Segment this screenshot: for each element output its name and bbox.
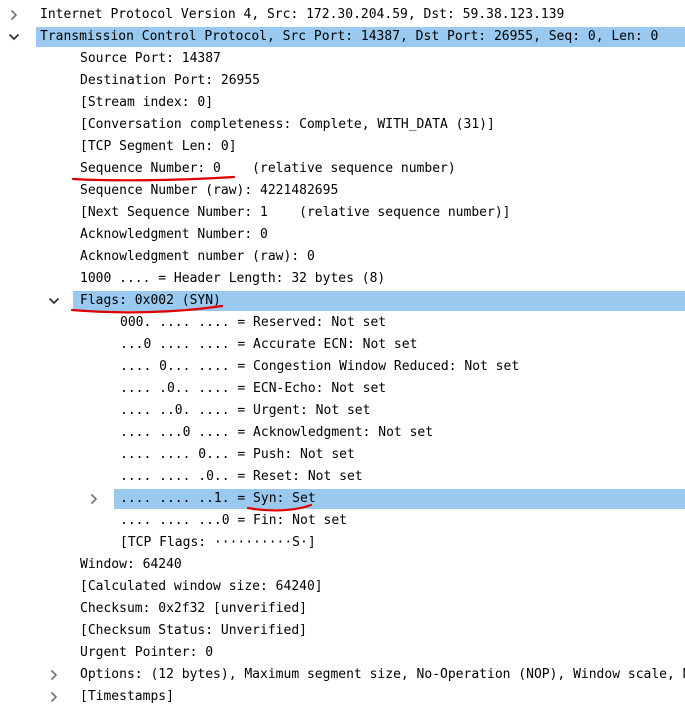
tree-row-label: [Calculated window size: 64240] [80, 579, 323, 594]
tree-row-label: .... .... .0.. = Reset: Not set [120, 469, 363, 484]
tree-row-label: [TCP Flags: ··········S·] [120, 535, 316, 550]
tree-row-label: ...0 .... .... = Accurate ECN: Not set [120, 337, 418, 352]
chevron-down-icon[interactable] [48, 295, 60, 307]
chevron-right-icon[interactable] [48, 691, 60, 703]
tree-row-label: .... .... ...0 = Fin: Not set [120, 513, 347, 528]
tree-row[interactable]: Urgent Pointer: 0 [0, 642, 685, 664]
tree-row[interactable]: [TCP Flags: ··········S·] [0, 532, 685, 554]
tree-row[interactable]: .... .... .0.. = Reset: Not set [0, 466, 685, 488]
tree-row[interactable]: [Stream index: 0] [0, 92, 685, 114]
tree-row-label: 1000 .... = Header Length: 32 bytes (8) [80, 271, 386, 286]
chevron-down-icon[interactable] [8, 31, 20, 43]
tree-row-label: Destination Port: 26955 [80, 73, 261, 88]
tree-row[interactable]: Acknowledgment Number: 0 [0, 224, 685, 246]
tree-row[interactable]: Sequence Number: 0 (relative sequence nu… [0, 158, 685, 180]
tree-row-label: Flags: 0x002 (SYN) [80, 293, 221, 308]
tree-row[interactable]: Source Port: 14387 [0, 48, 685, 70]
chevron-right-icon[interactable] [8, 9, 20, 21]
tree-row-label: 000. .... .... = Reserved: Not set [120, 315, 387, 330]
tree-row[interactable]: .... .... ...0 = Fin: Not set [0, 510, 685, 532]
tree-row[interactable]: 000. .... .... = Reserved: Not set [0, 312, 685, 334]
tree-row[interactable]: [Next Sequence Number: 1 (relative seque… [0, 202, 685, 224]
tree-row[interactable]: Options: (12 bytes), Maximum segment siz… [0, 664, 685, 686]
tree-row-label: [Stream index: 0] [80, 95, 214, 110]
tree-row-label: [Next Sequence Number: 1 (relative seque… [80, 205, 511, 220]
tree-row-label: Internet Protocol Version 4, Src: 172.30… [40, 7, 565, 22]
tree-row[interactable]: Internet Protocol Version 4, Src: 172.30… [0, 4, 685, 26]
tree-row[interactable]: [Checksum Status: Unverified] [0, 620, 685, 642]
tree-row[interactable]: .... 0... .... = Congestion Window Reduc… [0, 356, 685, 378]
tree-row-label: [Checksum Status: Unverified] [80, 623, 307, 638]
tree-row-label: Options: (12 bytes), Maximum segment siz… [80, 667, 685, 682]
tree-row[interactable]: .... ...0 .... = Acknowledgment: Not set [0, 422, 685, 444]
tree-row-label: Acknowledgment number (raw): 0 [80, 249, 315, 264]
tree-row-label: [TCP Segment Len: 0] [80, 139, 237, 154]
tree-row[interactable]: Acknowledgment number (raw): 0 [0, 246, 685, 268]
tree-row[interactable]: Destination Port: 26955 [0, 70, 685, 92]
tree-row-label: Acknowledgment Number: 0 [80, 227, 268, 242]
tree-row-label: Checksum: 0x2f32 [unverified] [80, 601, 307, 616]
tree-row[interactable]: [TCP Segment Len: 0] [0, 136, 685, 158]
tree-row[interactable]: ...0 .... .... = Accurate ECN: Not set [0, 334, 685, 356]
tree-row[interactable]: Checksum: 0x2f32 [unverified] [0, 598, 685, 620]
tree-row-label: Urgent Pointer: 0 [80, 645, 214, 660]
tree-row-label: Sequence Number: 0 (relative sequence nu… [80, 161, 456, 176]
tree-row[interactable]: 1000 .... = Header Length: 32 bytes (8) [0, 268, 685, 290]
tree-row-label: .... .0.. .... = ECN-Echo: Not set [120, 381, 387, 396]
tree-row-label: Sequence Number (raw): 4221482695 [80, 183, 339, 198]
tree-row[interactable]: [Timestamps] [0, 686, 685, 708]
tree-row-label: Transmission Control Protocol, Src Port:… [40, 29, 659, 44]
tree-row-label: .... 0... .... = Congestion Window Reduc… [120, 359, 520, 374]
tree-row-label: [Conversation completeness: Complete, WI… [80, 117, 495, 132]
tree-row-label: Window: 64240 [80, 557, 182, 572]
packet-details-tree: Internet Protocol Version 4, Src: 172.30… [0, 4, 685, 708]
chevron-right-icon[interactable] [88, 493, 100, 505]
tree-row[interactable]: .... .... 0... = Push: Not set [0, 444, 685, 466]
tree-row[interactable]: Window: 64240 [0, 554, 685, 576]
tree-row[interactable]: Transmission Control Protocol, Src Port:… [0, 26, 685, 48]
tree-row[interactable]: .... ..0. .... = Urgent: Not set [0, 400, 685, 422]
tree-row[interactable]: Flags: 0x002 (SYN) [0, 290, 685, 312]
tree-row-label: .... ..0. .... = Urgent: Not set [120, 403, 371, 418]
tree-row[interactable]: Sequence Number (raw): 4221482695 [0, 180, 685, 202]
tree-row-label: .... .... 0... = Push: Not set [120, 447, 355, 462]
tree-row[interactable]: [Calculated window size: 64240] [0, 576, 685, 598]
tree-row-label: .... ...0 .... = Acknowledgment: Not set [120, 425, 434, 440]
tree-row[interactable]: [Conversation completeness: Complete, WI… [0, 114, 685, 136]
tree-row[interactable]: .... .0.. .... = ECN-Echo: Not set [0, 378, 685, 400]
tree-row-label: Source Port: 14387 [80, 51, 221, 66]
tree-row[interactable]: .... .... ..1. = Syn: Set [0, 488, 685, 510]
tree-row-label: .... .... ..1. = Syn: Set [120, 491, 316, 506]
chevron-right-icon[interactable] [48, 669, 60, 681]
tree-row-label: [Timestamps] [80, 689, 174, 704]
